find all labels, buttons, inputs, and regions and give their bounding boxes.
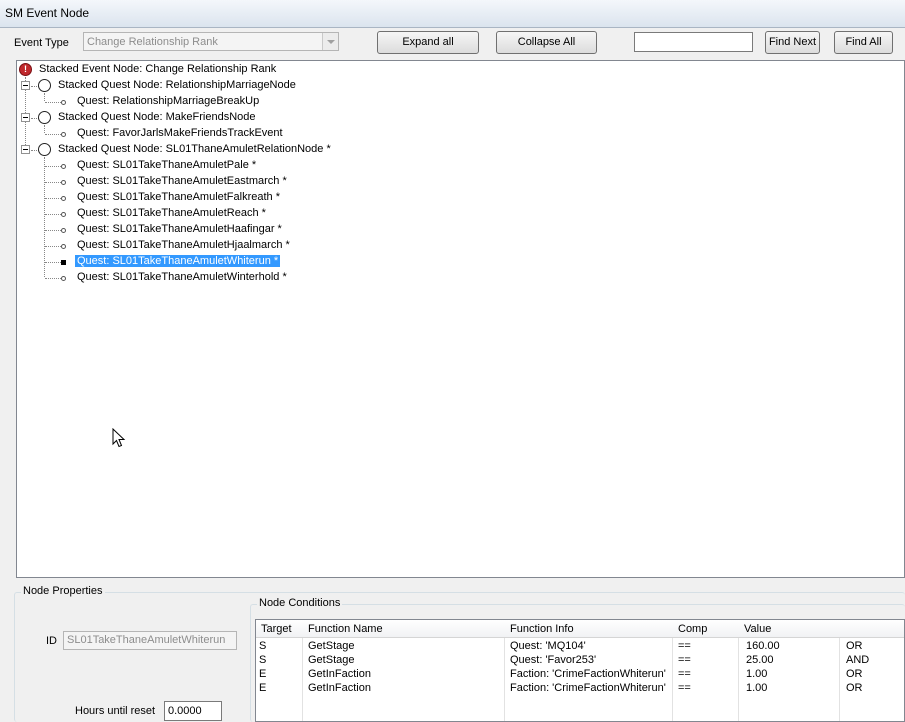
cell-comp: == <box>678 668 691 680</box>
table-row[interactable]: S GetStage Quest: 'MQ104' == 160.00 OR <box>256 640 904 654</box>
column-header-function-info[interactable]: Function Info <box>510 623 574 635</box>
cell-value: 1.00 <box>746 682 768 694</box>
cell-function-name: GetInFaction <box>308 682 371 694</box>
event-node-tree[interactable]: ! Stacked Event Node: Change Relationshi… <box>16 60 905 578</box>
leaf-dot-icon <box>61 244 66 249</box>
cell-target: E <box>259 682 267 694</box>
cell-value: 160.00 <box>746 640 780 652</box>
leaf-dot-icon <box>61 260 66 265</box>
collapse-icon[interactable] <box>21 145 30 154</box>
tree-node-label: Quest: FavorJarlsMakeFriendsTrackEvent <box>77 127 283 139</box>
leaf-dot-icon <box>61 132 66 137</box>
cell-operator: AND <box>846 654 870 666</box>
window-title: SM Event Node <box>5 6 90 20</box>
tree-connector <box>44 93 45 101</box>
tree-connector <box>44 125 45 133</box>
table-row[interactable]: E GetInFaction Faction: 'CrimeFactionWhi… <box>256 682 904 696</box>
cell-operator: OR <box>846 668 863 680</box>
leaf-dot-icon <box>61 276 66 281</box>
tree-node-label: Quest: SL01TakeThaneAmuletWinterhold * <box>77 271 287 283</box>
cell-function-name: GetStage <box>308 654 355 666</box>
node-circle-icon <box>38 143 51 156</box>
tree-node-label: Quest: SL01TakeThaneAmuletHjaalmarch * <box>77 239 290 251</box>
event-type-dropdown[interactable]: Change Relationship Rank <box>83 32 339 51</box>
cell-operator: OR <box>846 640 863 652</box>
tree-connector <box>44 157 45 277</box>
node-circle-icon <box>38 79 51 92</box>
table-row[interactable]: S GetStage Quest: 'Favor253' == 25.00 AN… <box>256 654 904 668</box>
tree-node-label: Quest: SL01TakeThaneAmuletWhiterun * <box>75 255 281 267</box>
tree-node-label: Stacked Quest Node: SL01ThaneAmuletRelat… <box>58 143 331 155</box>
tree-node-label: Quest: SL01TakeThaneAmuletFalkreath * <box>77 191 281 203</box>
column-header-function-name[interactable]: Function Name <box>308 623 383 635</box>
collapse-icon[interactable] <box>21 113 30 122</box>
cell-target: E <box>259 668 267 680</box>
cell-function-info: Quest: 'Favor253' <box>510 654 597 666</box>
table-row[interactable]: E GetInFaction Faction: 'CrimeFactionWhi… <box>256 668 904 682</box>
cell-value: 1.00 <box>746 668 768 680</box>
cell-value: 25.00 <box>746 654 774 666</box>
cell-function-info: Faction: 'CrimeFactionWhiterun' <box>510 682 666 694</box>
leaf-dot-icon <box>61 164 66 169</box>
column-header-target[interactable]: Target <box>261 623 292 635</box>
leaf-dot-icon <box>61 100 66 105</box>
node-properties-legend: Node Properties <box>21 585 105 597</box>
cell-comp: == <box>678 654 691 666</box>
cell-operator: OR <box>846 682 863 694</box>
event-type-label: Event Type <box>14 37 69 49</box>
cell-target: S <box>259 654 267 666</box>
expand-all-button[interactable]: Expand all <box>377 31 479 54</box>
mouse-cursor-icon <box>112 428 126 448</box>
cell-function-info: Faction: 'CrimeFactionWhiterun' <box>510 668 666 680</box>
collapse-all-button[interactable]: Collapse All <box>496 31 597 54</box>
find-next-button[interactable]: Find Next <box>765 31 820 54</box>
id-field[interactable]: SL01TakeThaneAmuletWhiterun <box>63 631 237 650</box>
tree-node-label: Quest: SL01TakeThaneAmuletPale * <box>77 159 257 171</box>
tree-node-label: Stacked Quest Node: RelationshipMarriage… <box>58 79 296 91</box>
error-icon: ! <box>19 63 32 76</box>
cell-function-name: GetStage <box>308 640 355 652</box>
cell-function-name: GetInFaction <box>308 668 371 680</box>
leaf-dot-icon <box>61 196 66 201</box>
column-header-comp[interactable]: Comp <box>678 623 707 635</box>
collapse-icon[interactable] <box>21 81 30 90</box>
tree-node-label: Quest: RelationshipMarriageBreakUp <box>77 95 260 107</box>
tree-node-label: Quest: SL01TakeThaneAmuletHaafingar * <box>77 223 282 235</box>
leaf-dot-icon <box>61 228 66 233</box>
search-input[interactable] <box>634 32 753 52</box>
event-type-value: Change Relationship Rank <box>87 36 218 48</box>
node-conditions-legend: Node Conditions <box>257 597 343 609</box>
cell-comp: == <box>678 640 691 652</box>
tree-node-label: Quest: SL01TakeThaneAmuletReach * <box>77 207 266 219</box>
cell-target: S <box>259 640 267 652</box>
title-bar: SM Event Node <box>0 0 905 28</box>
id-label: ID <box>46 635 57 647</box>
tree-node-label: Quest: SL01TakeThaneAmuletEastmarch * <box>77 175 287 187</box>
tree-node-label: Stacked Event Node: Change Relationship … <box>39 63 277 75</box>
cell-comp: == <box>678 682 691 694</box>
conditions-table-header: Target Function Name Function Info Comp … <box>256 620 904 638</box>
conditions-table[interactable]: Target Function Name Function Info Comp … <box>255 619 905 722</box>
leaf-dot-icon <box>61 212 66 217</box>
leaf-dot-icon <box>61 180 66 185</box>
hours-until-reset-label: Hours until reset <box>75 705 156 717</box>
node-circle-icon <box>38 111 51 124</box>
chevron-down-icon[interactable] <box>322 33 338 50</box>
hours-until-reset-field[interactable]: 0.0000 <box>164 701 222 721</box>
tree-node-label: Stacked Quest Node: MakeFriendsNode <box>58 111 256 123</box>
cell-function-info: Quest: 'MQ104' <box>510 640 586 652</box>
find-all-button[interactable]: Find All <box>834 31 893 54</box>
column-header-value[interactable]: Value <box>744 623 771 635</box>
